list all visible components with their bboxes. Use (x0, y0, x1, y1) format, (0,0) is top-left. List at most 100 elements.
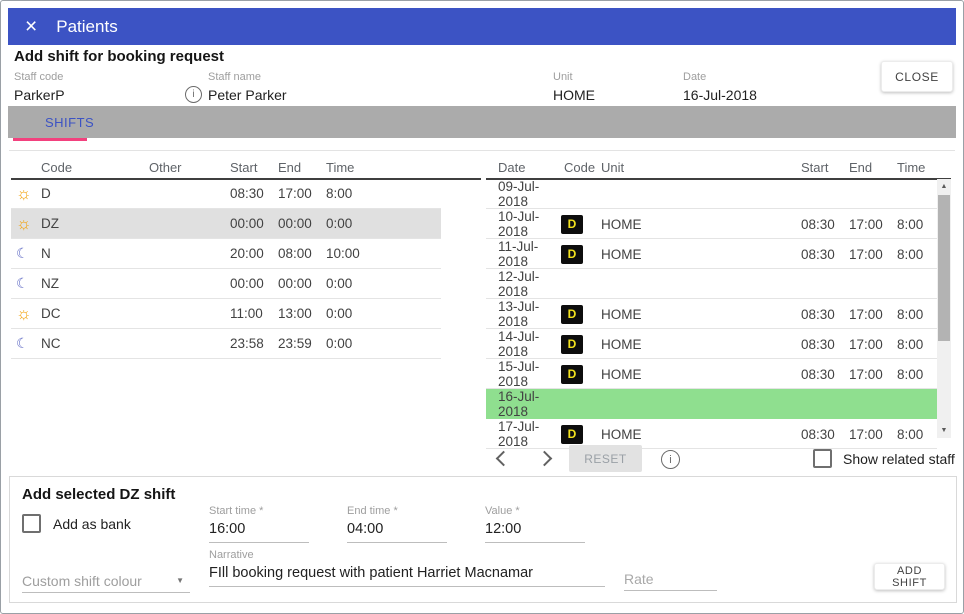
cell-end: 13:00 (278, 306, 326, 321)
tab-bar: SHIFTS (8, 106, 956, 138)
cell-unit: HOME (591, 367, 791, 382)
shift-code-badge: D (561, 215, 583, 234)
scrollbar-thumb[interactable] (938, 195, 950, 341)
shift-code-badge: D (561, 305, 583, 324)
chevron-right-icon[interactable] (537, 451, 553, 467)
column-header-date: Date (486, 160, 556, 175)
start-time-label: Start time * (209, 505, 309, 517)
schedule-row[interactable]: 15-Jul-2018DHOME08:3017:008:00 (486, 359, 937, 389)
cell-end: 00:00 (278, 216, 326, 231)
close-icon[interactable]: × (25, 17, 37, 37)
add-as-bank-checkbox[interactable] (22, 514, 41, 533)
cell-date: 12-Jul-2018 (486, 269, 556, 299)
cell-code: NC (41, 336, 149, 351)
cell-end: 17:00 (839, 307, 887, 322)
sun-icon: ☼ (11, 304, 41, 324)
unit-value: HOME (553, 87, 595, 103)
cell-date: 13-Jul-2018 (486, 299, 556, 329)
show-related-staff-label: Show related staff (843, 451, 955, 467)
shift-code-badge: D (561, 365, 583, 384)
cell-unit: HOME (591, 307, 791, 322)
moon-icon: ☾ (11, 245, 41, 262)
close-button[interactable]: CLOSE (881, 61, 953, 92)
shift-row[interactable]: ☾N20:0008:0010:00 (11, 239, 441, 269)
schedule-row[interactable]: 10-Jul-2018DHOME08:3017:008:00 (486, 209, 937, 239)
scroll-up-icon[interactable]: ▲ (937, 183, 951, 190)
cell-date: 11-Jul-2018 (486, 239, 556, 269)
cell-end: 17:00 (278, 186, 326, 201)
schedule-row[interactable]: 14-Jul-2018DHOME08:3017:008:00 (486, 329, 937, 359)
reset-button[interactable]: RESET (569, 445, 642, 472)
cell-start: 08:30 (791, 307, 839, 322)
column-header-time: Time (326, 160, 481, 175)
end-time-input[interactable]: 04:00 (347, 521, 447, 543)
cell-code: DC (41, 306, 149, 321)
cell-end: 17:00 (839, 217, 887, 232)
form-heading: Add selected DZ shift (22, 486, 175, 503)
column-header-code: Code (556, 160, 591, 175)
cell-date: 09-Jul-2018 (486, 179, 556, 209)
narrative-input[interactable]: FIll booking request with patient Harrie… (209, 565, 605, 587)
shift-row[interactable]: ☼D08:3017:008:00 (11, 179, 441, 209)
show-related-staff-toggle[interactable]: Show related staff (813, 449, 955, 468)
schedule-row[interactable]: 09-Jul-2018 (486, 179, 937, 209)
cell-time: 8:00 (326, 186, 441, 201)
date-field: Date 16-Jul-2018 (683, 71, 757, 103)
custom-shift-colour-select[interactable]: Custom shift colour ▼ (22, 569, 190, 593)
add-shift-button[interactable]: ADD SHIFT (874, 563, 945, 590)
cell-start: 08:30 (230, 186, 278, 201)
add-as-bank-toggle[interactable]: Add as bank (22, 514, 131, 533)
info-icon[interactable]: i (661, 450, 680, 469)
end-time-field[interactable]: End time * 04:00 (347, 505, 447, 543)
show-related-staff-checkbox[interactable] (813, 449, 832, 468)
shift-row[interactable]: ☼DZ00:0000:000:00 (11, 209, 441, 239)
cell-end: 17:00 (839, 367, 887, 382)
cell-time: 0:00 (326, 306, 441, 321)
schedule-row[interactable]: 16-Jul-2018 (486, 389, 937, 419)
chevron-left-icon[interactable] (496, 451, 512, 467)
cell-start: 08:30 (791, 247, 839, 262)
cell-end: 17:00 (839, 427, 887, 442)
unit-label: Unit (553, 71, 595, 83)
shift-row[interactable]: ☾NZ00:0000:000:00 (11, 269, 441, 299)
rate-placeholder: Rate (624, 571, 654, 587)
column-header-time: Time (887, 160, 951, 175)
narrative-field[interactable]: Narrative FIll booking request with pati… (209, 549, 605, 587)
scroll-down-icon[interactable]: ▼ (937, 427, 951, 434)
start-time-input[interactable]: 16:00 (209, 521, 309, 543)
divider (9, 150, 955, 151)
tab-shifts[interactable]: SHIFTS (45, 115, 94, 130)
sun-icon: ☼ (11, 214, 41, 234)
schedule-table-body: 09-Jul-201810-Jul-2018DHOME08:3017:008:0… (486, 179, 937, 449)
cell-date: 10-Jul-2018 (486, 209, 556, 239)
shift-code-badge: D (561, 245, 583, 264)
schedule-row[interactable]: 12-Jul-2018 (486, 269, 937, 299)
cell-end: 08:00 (278, 246, 326, 261)
value-input[interactable]: 12:00 (485, 521, 585, 543)
schedule-row[interactable]: 13-Jul-2018DHOME08:3017:008:00 (486, 299, 937, 329)
moon-icon: ☾ (11, 335, 41, 352)
cell-code: D (556, 365, 591, 384)
staff-name-value: Peter Parker (208, 87, 287, 103)
value-field[interactable]: Value * 12:00 (485, 505, 585, 543)
start-time-field[interactable]: Start time * 16:00 (209, 505, 309, 543)
scrollbar[interactable]: ▲ ▼ (937, 179, 951, 438)
cell-time: 8:00 (887, 367, 937, 382)
cell-start: 08:30 (791, 337, 839, 352)
cell-start: 00:00 (230, 216, 278, 231)
shift-row[interactable]: ☼DC11:0013:000:00 (11, 299, 441, 329)
cell-code: D (556, 305, 591, 324)
cell-start: 23:58 (230, 336, 278, 351)
cell-time: 0:00 (326, 216, 441, 231)
info-icon[interactable]: i (185, 86, 202, 103)
moon-icon: ☾ (11, 275, 41, 292)
schedule-row[interactable]: 11-Jul-2018DHOME08:3017:008:00 (486, 239, 937, 269)
staff-code-label: Staff code (14, 71, 65, 83)
rate-field[interactable]: Rate (624, 567, 717, 591)
cell-start: 08:30 (791, 427, 839, 442)
staff-name-label: Staff name (208, 71, 287, 83)
custom-shift-colour-placeholder: Custom shift colour (22, 573, 142, 589)
cell-start: 20:00 (230, 246, 278, 261)
shift-row[interactable]: ☾NC23:5823:590:00 (11, 329, 441, 359)
schedule-row[interactable]: 17-Jul-2018DHOME08:3017:008:00 (486, 419, 937, 449)
